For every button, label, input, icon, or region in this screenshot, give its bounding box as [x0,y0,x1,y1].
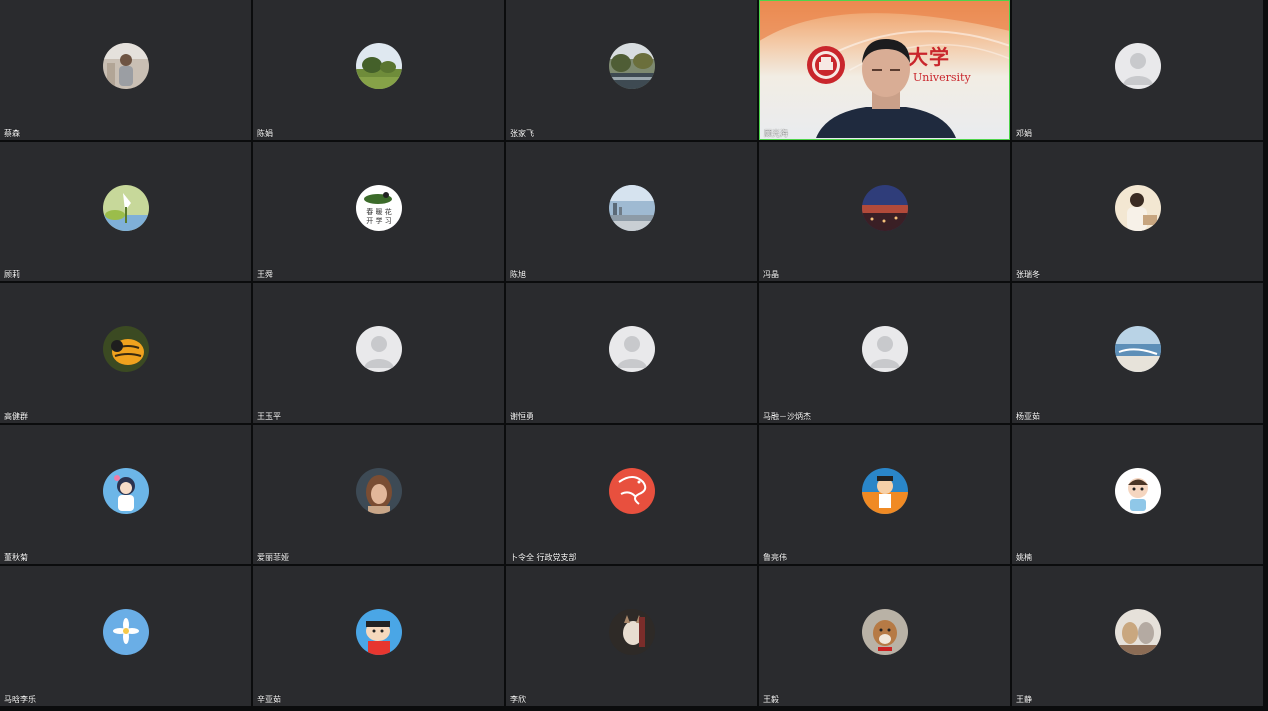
default-user-icon [355,326,402,373]
kittens-avatar-icon [1114,609,1161,656]
participant-name: 马融－沙炳杰 [763,411,811,421]
cartoon-girl-avatar-icon [102,467,149,514]
participant-tile[interactable]: 王静 [1012,566,1263,706]
participant-tile[interactable]: 冯晶 [759,141,1010,282]
sea-avatar-icon [1114,326,1161,373]
flower-avatar-icon [102,609,149,656]
participant-name: 姚楠 [1016,553,1032,563]
participant-tile[interactable]: 董秋菊 [0,424,251,565]
participant-tile[interactable]: 张家飞 [506,0,757,140]
cat-avatar-icon [608,609,655,656]
speaker-person [816,39,956,138]
photo-avatar-icon [102,43,149,89]
participant-name: 张家飞 [510,128,534,138]
participant-name: 杨亚茹 [1016,411,1040,421]
participant-tile[interactable]: 马晗李乐 [0,566,251,706]
participant-tile-video[interactable]: 大学 University 顾光海 [759,0,1010,140]
dragon-avatar-icon [608,467,655,514]
participant-tile[interactable]: 姚楠 [1012,424,1263,565]
cartoon-avatar-icon [861,467,908,514]
person-avatar-icon [1114,184,1161,231]
participant-tile[interactable]: 辛亚茹 [253,566,504,706]
participant-tile[interactable]: 李欣 [506,566,757,706]
participant-name: 邓娟 [1016,128,1032,138]
participant-name: 蔡森 [4,128,20,138]
svg-text:春 暖 花: 春 暖 花 [366,207,391,216]
city-avatar-icon [608,184,655,231]
participant-name: 辛亚茹 [257,694,281,704]
participant-grid: 蔡森 陈娟 张家飞 大学 University 顾光海 邓娟 顾莉春 暖 花开 学 习王舜 陈旭… [0,0,1264,706]
participant-name: 张瑞冬 [1016,270,1040,280]
drawing-avatar-icon: 春 暖 花开 学 习 [355,184,402,231]
participant-name: 顾光海 [764,128,788,138]
participant-tile[interactable]: 春 暖 花开 学 习王舜 [253,141,504,282]
participant-tile[interactable]: 鲁亮伟 [759,424,1010,565]
participant-name: 陈娟 [257,128,273,138]
default-user-icon [861,326,908,373]
landscape-avatar-icon [355,43,402,89]
participant-tile[interactable]: 卜令全 行政党支部 [506,424,757,565]
participant-name: 王毅 [763,694,779,704]
participant-tile[interactable]: 杨亚茹 [1012,283,1263,423]
participant-name: 李欣 [510,694,526,704]
participant-tile[interactable]: 王毅 [759,566,1010,706]
participant-tile[interactable]: 高健群 [0,283,251,423]
default-user-icon [608,326,655,373]
participant-name: 顾莉 [4,270,20,280]
participant-name: 冯晶 [763,270,779,280]
cartoon-boy-avatar-icon [1114,467,1161,514]
svg-text:开 学 习: 开 学 习 [366,216,391,225]
woman-avatar-icon [355,467,402,514]
default-user-icon [1114,43,1161,89]
participant-name: 董秋菊 [4,553,28,563]
participant-tile[interactable]: 顾莉 [0,141,251,282]
participant-name: 王舜 [257,270,273,280]
participant-tile[interactable]: 陈娟 [253,0,504,140]
participant-name: 爱丽菲娅 [257,553,289,563]
participant-tile[interactable]: 蔡森 [0,0,251,140]
participant-tile[interactable]: 邓娟 [1012,0,1263,140]
participant-name: 王玉平 [257,411,281,421]
participant-tile[interactable]: 马融－沙炳杰 [759,283,1010,423]
participant-tile[interactable]: 陈旭 [506,141,757,282]
crayon-shin-avatar-icon [355,609,402,656]
bee-avatar-icon [102,326,149,373]
participant-tile[interactable]: 张瑞冬 [1012,141,1263,282]
plant-avatar-icon [102,184,149,231]
participant-name: 鲁亮伟 [763,553,787,563]
participant-tile[interactable]: 谢恒勇 [506,283,757,423]
participant-name: 马晗李乐 [4,694,36,704]
participant-name: 王静 [1016,694,1032,704]
participant-name: 高健群 [4,411,28,421]
participant-name: 陈旭 [510,270,526,280]
sunset-avatar-icon [861,184,908,231]
participant-name: 卜令全 行政党支部 [510,553,577,563]
dog-avatar-icon [861,609,908,656]
participant-tile[interactable]: 王玉平 [253,283,504,423]
participant-tile[interactable]: 爱丽菲娅 [253,424,504,565]
scenery-avatar-icon [608,43,655,89]
participant-name: 谢恒勇 [510,411,534,421]
